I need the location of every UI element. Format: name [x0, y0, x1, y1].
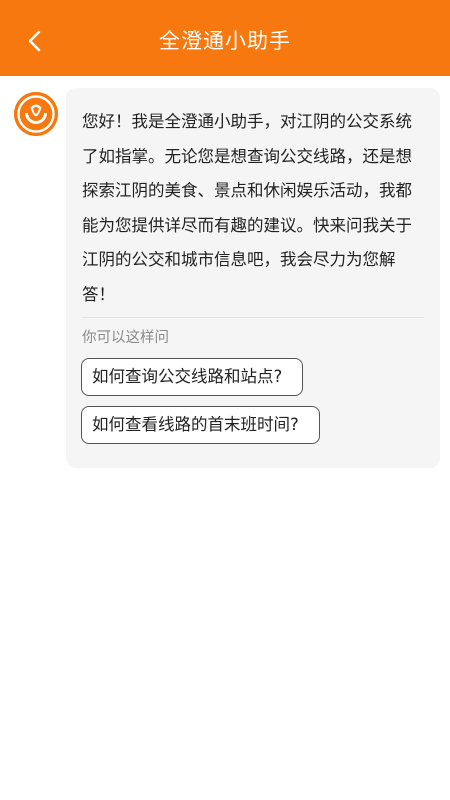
message-line: 探索江阴的美食、景点和休闲娱乐活动，我都	[82, 181, 412, 201]
message-line: 了如指掌。无论您是想查询公交线路，还是想	[82, 146, 412, 166]
chat-screen: 全澄通小助手 您好！我是全澄通小助手，对江阴的公交系统 了如指掌。无论您是想查询…	[0, 0, 450, 800]
assistant-logo-icon	[14, 92, 58, 136]
suggestions-label: 你可以这样问	[82, 330, 169, 346]
header-bar: 全澄通小助手	[0, 0, 450, 76]
divider	[82, 317, 424, 318]
message-line: 能为您提供详尽而有趣的建议。快来问我关于	[82, 215, 412, 235]
suggestion-button-route-query[interactable]: 如何查询公交线路和站点?	[81, 358, 303, 396]
suggestion-button-first-last-bus[interactable]: 如何查看线路的首末班时间?	[81, 406, 320, 444]
assistant-message-text: 您好！我是全澄通小助手，对江阴的公交系统 了如指掌。无论您是想查询公交线路，还是…	[82, 105, 424, 313]
message-line: 江阴的公交和城市信息吧，我会尽力为您解	[82, 250, 396, 270]
assistant-message-bubble: 您好！我是全澄通小助手，对江阴的公交系统 了如指掌。无论您是想查询公交线路，还是…	[66, 88, 440, 468]
message-line: 您好！我是全澄通小助手，对江阴的公交系统	[82, 112, 412, 131]
message-line: 答！	[82, 284, 115, 304]
avatar	[14, 92, 58, 136]
page-title: 全澄通小助手	[159, 29, 291, 53]
